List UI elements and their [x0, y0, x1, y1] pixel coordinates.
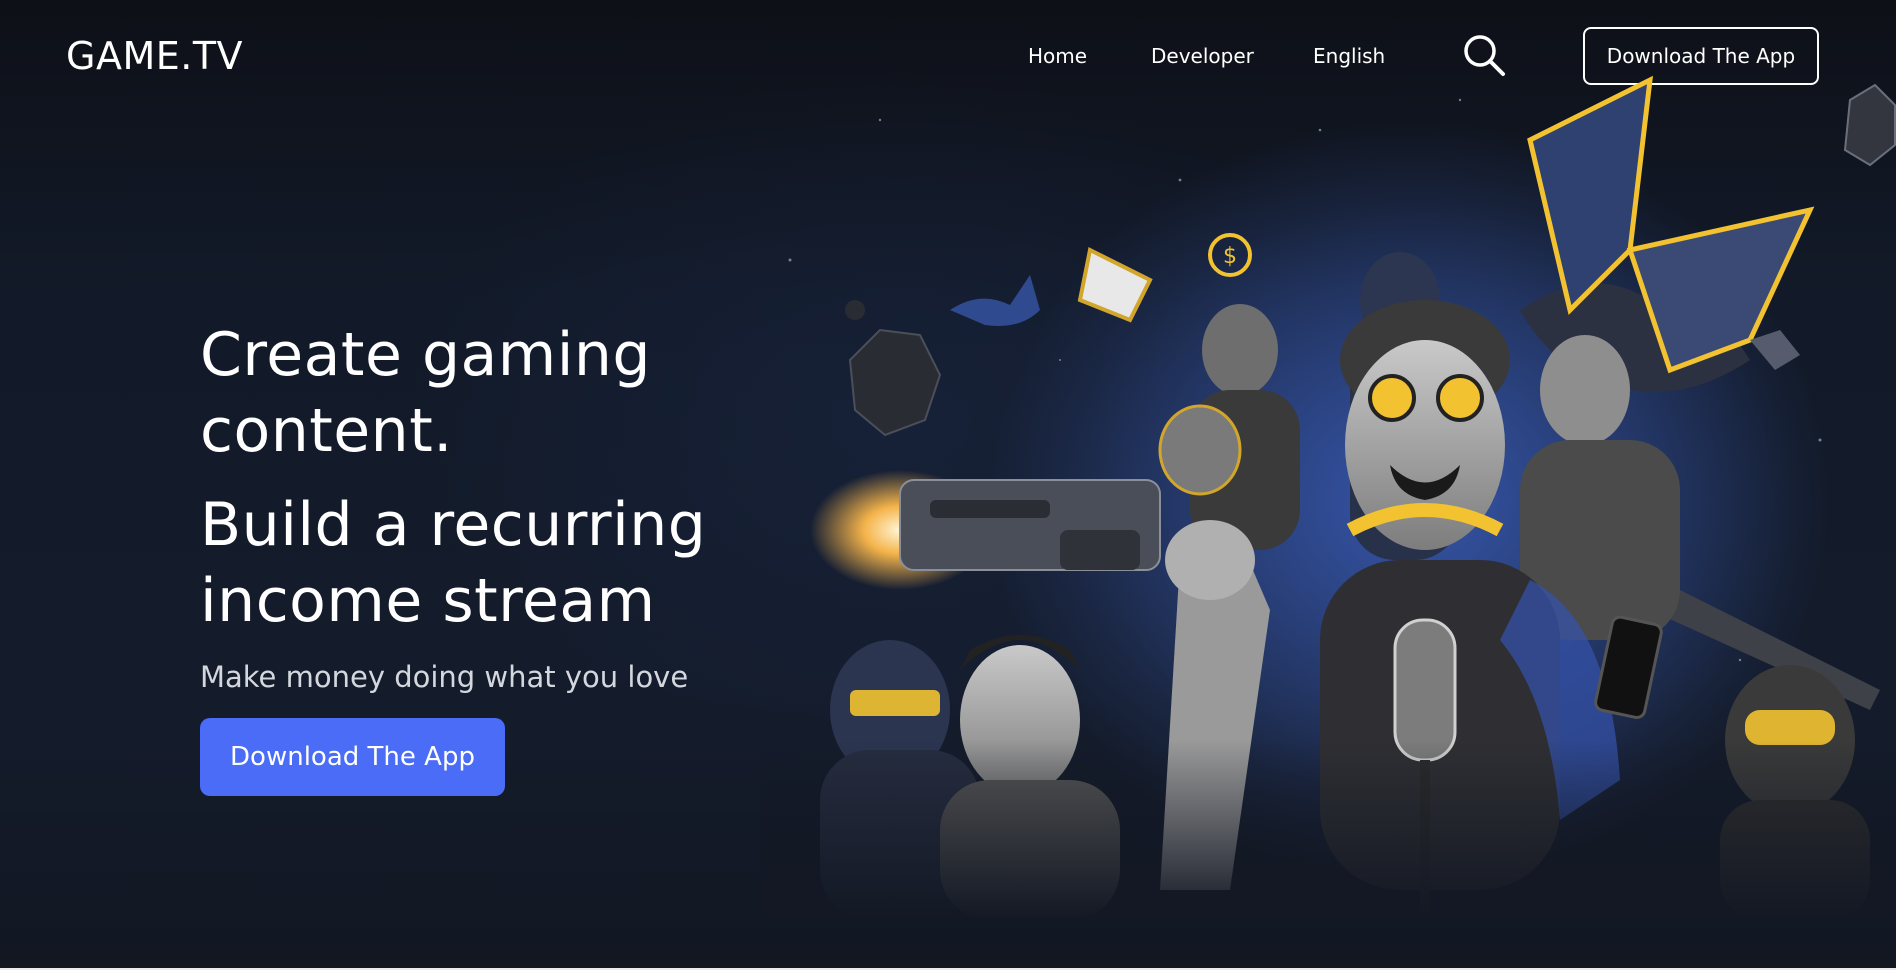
headline-create: Create gaming content. — [200, 317, 651, 469]
headline-line: Create gaming — [200, 320, 652, 390]
headline-income: Build a recurring income stream — [200, 487, 706, 639]
hero-download-button[interactable]: Download The App — [200, 718, 505, 796]
headline-line: content. — [200, 396, 453, 466]
hero-section: GAME.TV Home Developer English Download … — [0, 0, 1896, 968]
headline-line: income stream — [200, 566, 656, 636]
logo[interactable]: GAME.TV — [66, 34, 243, 78]
hero-subtitle: Make money doing what you love — [200, 660, 689, 694]
svg-text:$: $ — [1223, 244, 1237, 269]
gamers-collage-illustration: $ — [760, 75, 1896, 920]
headline-line: Build a recurring — [200, 490, 707, 560]
